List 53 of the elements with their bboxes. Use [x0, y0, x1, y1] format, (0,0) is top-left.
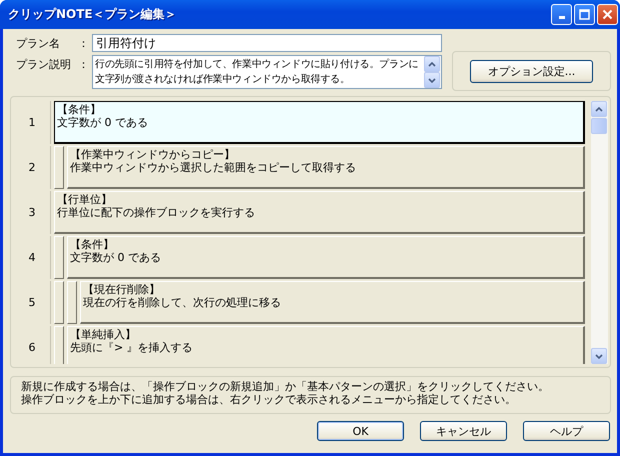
line-number: 3	[14, 191, 51, 234]
nesting-bar	[67, 281, 77, 324]
line-number: 4	[14, 236, 51, 279]
scroll-up-icon[interactable]	[595, 106, 603, 112]
operation-block[interactable]: 【現在行削除】 現在の行を削除して、次行の処理に移る	[80, 281, 585, 324]
field-label: プラン名	[15, 36, 61, 51]
operation-block[interactable]: 【行単位】 行単位に配下の操作ブロックを実行する	[54, 191, 585, 234]
block-description: 作業中ウィンドウから選択した範囲をコピーして取得する	[70, 161, 357, 174]
block-description: 行単位に配下の操作ブロックを実行する	[57, 206, 256, 219]
hint-text: 新規に作成する場合は、「操作ブロックの新規追加」か「基本パターンの選択」をクリックしてください。	[21, 380, 550, 393]
colon: ：	[78, 57, 90, 72]
block-description: 文字数が 0 である	[70, 251, 162, 264]
close-icon	[602, 9, 613, 20]
dialog-button[interactable]: OK	[317, 421, 404, 441]
nesting-bar	[54, 146, 64, 189]
nesting-bar	[54, 281, 64, 324]
block-title: 【条件】	[57, 103, 102, 116]
hint-text: 操作ブロックを上か下に追加する場合は、右クリックで表示されるメニューから指定してください。	[21, 393, 517, 406]
close-button[interactable]	[597, 4, 618, 25]
operation-block[interactable]: 【単純挿入】 先頭に『> 』を挿入する	[67, 326, 585, 364]
plan-description-field[interactable]: 行の先頭に引用符を付加して、作業中ウィンドウに貼り付ける。プランに文字列が渡されなければ作業中ウィンドウから取得する。	[92, 55, 442, 89]
nesting-bar	[54, 236, 64, 279]
line-number: 2	[14, 146, 51, 189]
field-label: プラン説明	[15, 57, 72, 72]
line-number: 5	[14, 281, 51, 324]
scroll-up-icon[interactable]	[428, 62, 436, 66]
line-number: 6	[14, 326, 51, 364]
operation-block[interactable]: 【作業中ウィンドウからコピー】 作業中ウィンドウから選択した範囲をコピーして取得する	[67, 146, 585, 189]
maximize-button[interactable]	[574, 4, 595, 25]
minimize-button[interactable]	[551, 4, 572, 25]
block-description: 現在の行を削除して、次行の処理に移る	[83, 296, 282, 309]
block-title: 【単純挿入】	[70, 328, 137, 341]
operation-block[interactable]: 【条件】 文字数が 0 である	[54, 101, 585, 144]
scroll-thumb[interactable]	[591, 118, 607, 134]
nesting-bar	[54, 326, 64, 364]
scroll-down-icon[interactable]	[428, 78, 436, 82]
window-title: クリップNOTE＜プラン編集＞	[7, 6, 178, 23]
block-description: 先頭に『> 』を挿入する	[70, 341, 194, 354]
plan-name-field[interactable]: 引用符付け	[92, 34, 442, 52]
block-title: 【作業中ウィンドウからコピー】	[70, 148, 236, 161]
line-number: 1	[14, 101, 51, 144]
options-button[interactable]: オプション設定...	[470, 60, 593, 82]
block-title: 【条件】	[70, 238, 115, 251]
operation-block[interactable]: 【条件】 文字数が 0 である	[67, 236, 585, 279]
scrollbar[interactable]	[591, 101, 608, 364]
maximize-icon	[579, 9, 590, 20]
colon: ：	[78, 36, 90, 51]
block-title: 【行単位】	[57, 193, 113, 206]
block-title: 【現在行削除】	[83, 283, 161, 296]
block-description: 文字数が 0 である	[57, 116, 149, 129]
dialog-button[interactable]: ヘルプ	[523, 421, 610, 441]
scroll-down-icon[interactable]	[595, 354, 603, 358]
dialog-button[interactable]: キャンセル	[420, 421, 507, 441]
